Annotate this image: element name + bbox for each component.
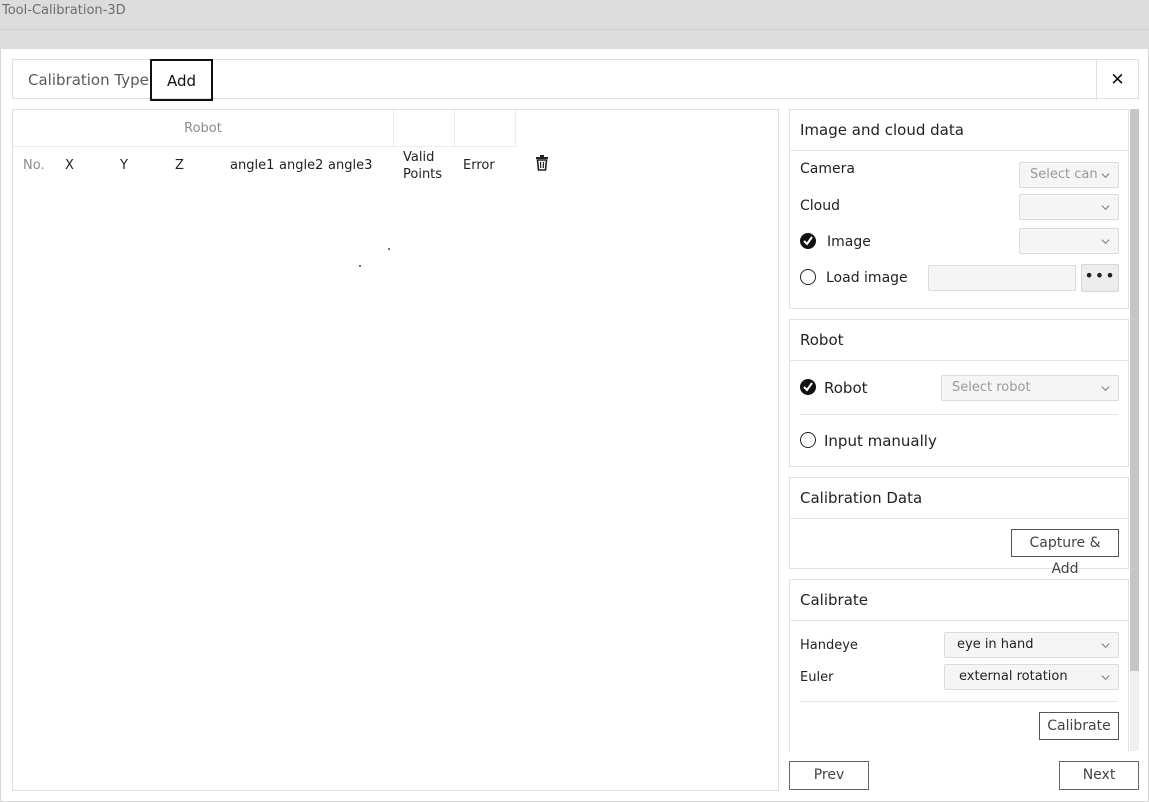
cloud-label: Cloud	[800, 198, 840, 214]
column-header-angle1: angle1	[230, 158, 275, 173]
image-radio[interactable]	[800, 233, 816, 249]
column-header-error: Error	[463, 158, 495, 173]
column-header-angle2: angle2	[279, 158, 324, 173]
close-icon: ✕	[1110, 70, 1125, 90]
chevron-down-icon	[1101, 643, 1110, 649]
calibration-points-table: Robot No. X Y Z angle1 angle2 angle3 Val…	[12, 109, 779, 791]
chevron-down-icon	[1101, 675, 1110, 681]
settings-scrollbar[interactable]	[1130, 109, 1139, 751]
euler-select[interactable]: external rotation	[944, 664, 1119, 690]
column-header-no: No.	[23, 158, 45, 173]
calibration-data-title: Calibration Data	[800, 489, 923, 507]
close-button[interactable]: ✕	[1096, 60, 1138, 100]
handeye-label: Handeye	[800, 638, 858, 653]
chevron-down-icon	[1101, 205, 1110, 211]
calibration-data-group: Calibration Data Capture & Add	[789, 477, 1129, 577]
scrollbar-thumb[interactable]	[1130, 109, 1139, 671]
calibrate-title: Calibrate	[800, 591, 868, 609]
image-cloud-group: Image and cloud data Camera Select can C…	[789, 109, 1129, 309]
input-manually-label: Input manually	[824, 432, 937, 450]
euler-label: Euler	[800, 670, 834, 685]
column-header-x: X	[65, 158, 74, 173]
load-image-radio[interactable]	[800, 269, 816, 285]
browse-button[interactable]: •••	[1081, 264, 1119, 292]
artifact-dot	[388, 248, 390, 250]
trash-icon	[536, 155, 548, 171]
tab-calibration-type[interactable]: Calibration Type	[13, 60, 164, 100]
cloud-select[interactable]	[1019, 194, 1119, 220]
error-header-top	[455, 110, 516, 147]
robot-group-title: Robot	[800, 331, 844, 349]
column-header-angle3: angle3	[328, 158, 373, 173]
load-image-path-input[interactable]	[928, 265, 1076, 291]
settings-panel: Image and cloud data Camera Select can C…	[789, 109, 1139, 751]
input-manually-radio[interactable]	[800, 432, 816, 448]
chevron-down-icon	[1101, 239, 1110, 245]
image-cloud-title: Image and cloud data	[800, 121, 964, 139]
column-header-z: Z	[175, 158, 184, 173]
menubar	[0, 30, 1149, 49]
capture-add-button[interactable]: Capture & Add	[1011, 529, 1119, 577]
chevron-down-icon	[1101, 386, 1110, 392]
robot-select[interactable]: Select robot	[941, 375, 1119, 401]
window-titlebar: Tool-Calibration-3D	[0, 0, 1149, 30]
camera-select[interactable]: Select can	[1019, 162, 1119, 188]
valid-points-header-top	[394, 110, 455, 147]
tab-bar: Calibration Type Add ✕	[12, 59, 1139, 101]
robot-option-label: Robot	[824, 379, 868, 397]
check-icon	[803, 236, 813, 246]
more-icon: •••	[1084, 266, 1116, 285]
tab-add[interactable]: Add	[150, 59, 214, 101]
column-header-valid-points: Valid Points	[403, 150, 443, 182]
check-icon	[803, 382, 813, 392]
image-select[interactable]	[1019, 228, 1119, 254]
calibrate-group: Calibrate Handeye eye in hand Euler exte…	[789, 579, 1129, 751]
next-button[interactable]: Next	[1059, 761, 1139, 790]
add-dialog: Calibration Type Add ✕ Robot No. X Y Z a…	[0, 49, 1149, 802]
artifact-dot	[359, 265, 361, 267]
calibrate-button[interactable]: Calibrate	[1039, 712, 1119, 740]
prev-button[interactable]: Prev	[789, 761, 869, 790]
image-label: Image	[827, 234, 871, 250]
chevron-down-icon	[1101, 173, 1110, 179]
load-image-label: Load image	[826, 270, 908, 286]
handeye-select[interactable]: eye in hand	[944, 632, 1119, 658]
window-title: Tool-Calibration-3D	[2, 3, 126, 18]
robot-radio[interactable]	[800, 379, 816, 395]
delete-all-button[interactable]	[535, 155, 549, 171]
robot-column-group-header: Robot	[13, 110, 394, 147]
robot-group: Robot Robot Select robot Input manually	[789, 319, 1129, 467]
column-header-y: Y	[120, 158, 128, 173]
camera-label: Camera	[800, 161, 855, 177]
